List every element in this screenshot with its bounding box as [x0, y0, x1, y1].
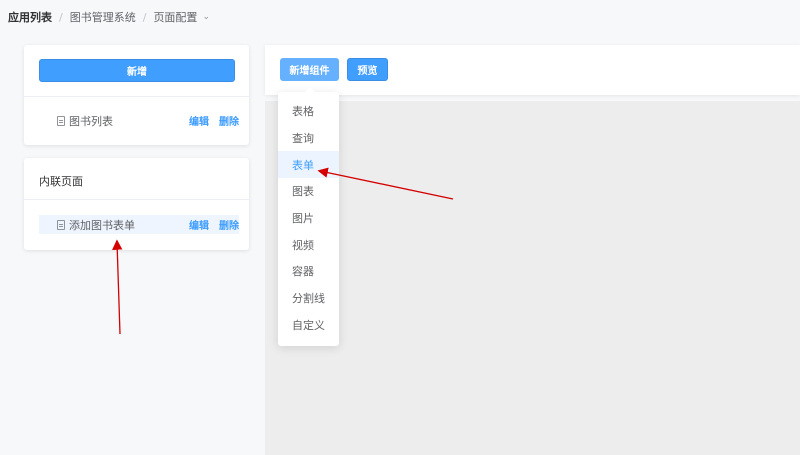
menu-item-table[interactable]: 表格: [278, 98, 339, 125]
breadcrumb-system[interactable]: 图书管理系统: [70, 9, 136, 25]
menu-item-container[interactable]: 容器: [278, 258, 339, 285]
delete-page-button[interactable]: 删除: [219, 113, 239, 128]
menu-item-query[interactable]: 查询: [278, 125, 339, 152]
breadcrumb-current[interactable]: 页面配置: [153, 9, 197, 25]
breadcrumb-app-list[interactable]: 应用列表: [8, 9, 52, 25]
menu-item-divider[interactable]: 分割线: [278, 285, 339, 312]
breadcrumb: 应用列表 / 图书管理系统 / 页面配置 ⌄: [8, 9, 210, 25]
menu-item-video[interactable]: 视频: [278, 231, 339, 258]
add-component-button[interactable]: 新增组件: [280, 58, 339, 81]
component-dropdown-menu: 表格 查询 表单 图表 图片 视频 容器 分割线 自定义: [278, 87, 339, 346]
dropdown-caret: [305, 87, 315, 92]
inline-pages-title: 内联页面: [39, 175, 83, 188]
menu-item-chart[interactable]: 图表: [278, 178, 339, 205]
edit-page-button[interactable]: 编辑: [189, 217, 209, 232]
page-item-name: 添加图书表单: [69, 218, 135, 232]
breadcrumb-separator: /: [142, 10, 147, 24]
inline-page-card: 内联页面 添加图书表单 编辑 删除: [24, 158, 249, 250]
editor-toolbar: 新增组件 预览: [265, 45, 800, 95]
chevron-down-icon[interactable]: ⌄: [202, 12, 210, 22]
page-list-card: 新增 图书列表 编辑 删除: [24, 45, 249, 145]
menu-item-form[interactable]: 表单: [278, 151, 339, 179]
breadcrumb-separator: /: [59, 10, 63, 24]
divider: [24, 96, 249, 97]
menu-item-custom[interactable]: 自定义: [278, 312, 339, 339]
document-icon: [57, 219, 65, 230]
inline-page-item-add-book-form[interactable]: 添加图书表单 编辑 删除: [39, 215, 239, 234]
preview-button[interactable]: 预览: [347, 58, 388, 81]
editor-canvas[interactable]: [265, 101, 800, 455]
document-icon: [57, 115, 65, 126]
menu-item-image[interactable]: 图片: [278, 205, 339, 232]
edit-page-button[interactable]: 编辑: [189, 113, 209, 128]
page-item-book-list[interactable]: 图书列表 编辑 删除: [39, 111, 239, 130]
delete-page-button[interactable]: 删除: [219, 217, 239, 232]
page-item-name: 图书列表: [69, 114, 113, 128]
annotation-arrow-inline-page: [112, 239, 123, 335]
add-page-button[interactable]: 新增: [39, 59, 235, 82]
divider: [24, 199, 249, 200]
